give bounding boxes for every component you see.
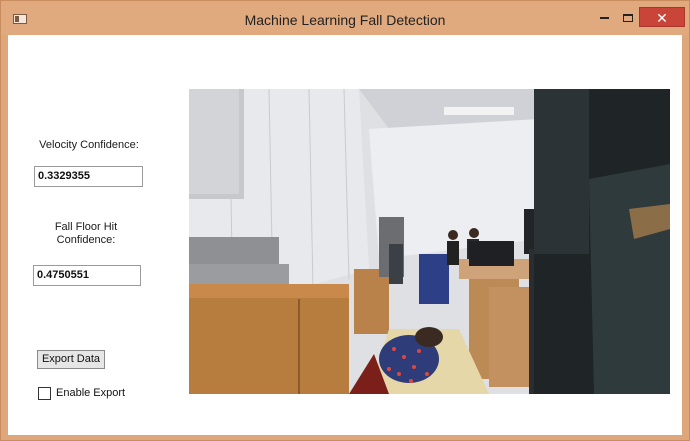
minimize-button[interactable] (593, 7, 615, 27)
minimize-icon (599, 16, 609, 19)
floor-hit-label-line2: Confidence: (56, 234, 116, 246)
enable-export-checkbox[interactable] (38, 387, 51, 400)
window-title: Machine Learning Fall Detection (244, 12, 446, 28)
close-button[interactable]: ✕ (639, 7, 685, 27)
velocity-confidence-field[interactable]: 0.3329355 (34, 166, 143, 187)
title-bar[interactable]: Machine Learning Fall Detection ✕ (1, 1, 689, 35)
client-area: Velocity Confidence: 0.3329355 Fall Floo… (8, 35, 682, 435)
maximize-button[interactable] (617, 7, 639, 27)
close-icon: ✕ (656, 10, 668, 26)
maximize-icon (623, 13, 633, 22)
floor-hit-label-line1: Fall Floor Hit (54, 221, 118, 233)
camera-frame-image (189, 89, 670, 394)
floor-hit-confidence-label: Fall Floor Hit Confidence: (38, 221, 134, 247)
app-window: Machine Learning Fall Detection ✕ Veloci… (0, 0, 690, 441)
enable-export-label: Enable Export (56, 387, 126, 399)
velocity-confidence-label: Velocity Confidence: (39, 139, 139, 151)
floor-hit-confidence-field[interactable]: 0.4750551 (33, 265, 141, 286)
camera-feed (189, 89, 670, 394)
export-data-button[interactable]: Export Data (37, 350, 105, 369)
